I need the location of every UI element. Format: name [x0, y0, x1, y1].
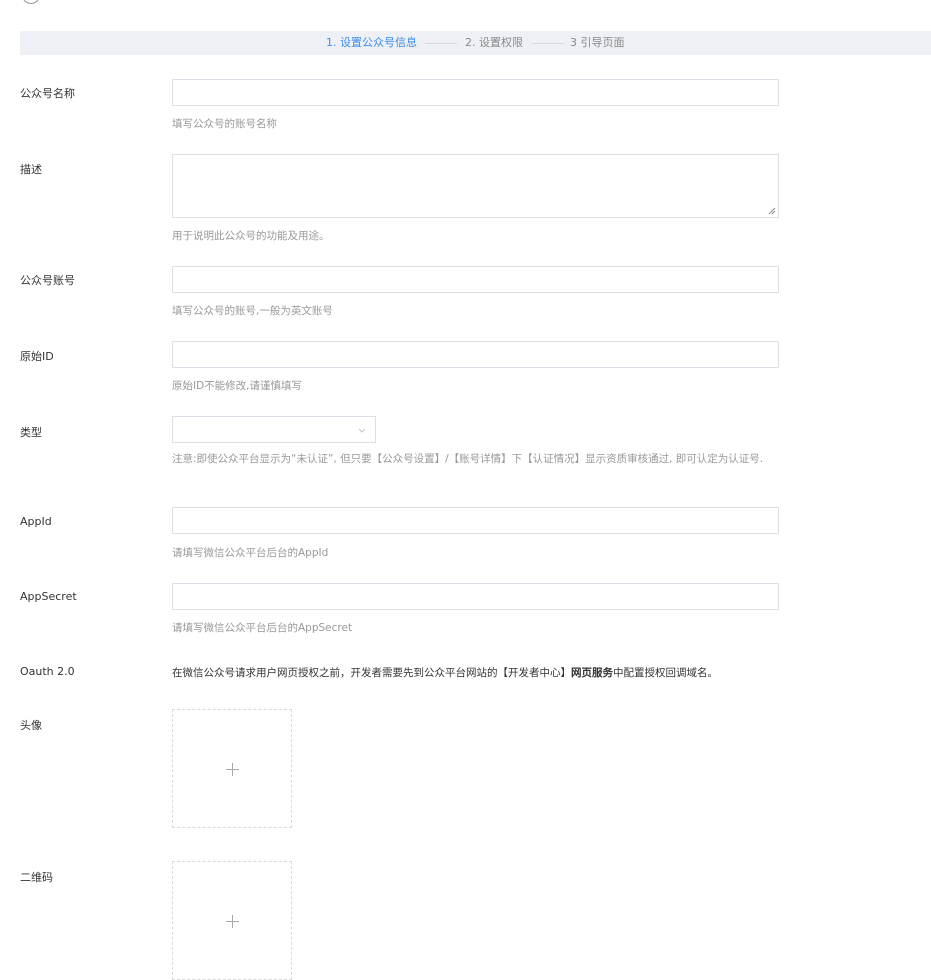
- step-3: 3 引导页面: [570, 36, 625, 49]
- appid-input[interactable]: [172, 507, 779, 534]
- step-connector: [425, 43, 457, 44]
- appid-label: AppId: [20, 515, 52, 528]
- step-2: 2. 设置权限: [465, 36, 523, 49]
- description-textarea[interactable]: [172, 154, 779, 218]
- original-id-label: 原始ID: [20, 350, 54, 363]
- description-label: 描述: [20, 163, 42, 176]
- type-label: 类型: [20, 426, 42, 439]
- original-id-input[interactable]: [172, 341, 779, 368]
- name-help: 填写公众号的账号名称: [172, 118, 277, 130]
- step-progress-bar: 1. 设置公众号信息 2. 设置权限 3 引导页面: [20, 31, 931, 55]
- account-label: 公众号账号: [20, 274, 75, 287]
- appsecret-help: 请填写微信公众平台后台的AppSecret: [172, 622, 353, 634]
- avatar-upload[interactable]: [172, 709, 292, 828]
- resize-grip-icon[interactable]: [768, 207, 776, 215]
- appsecret-input[interactable]: [172, 583, 779, 610]
- appsecret-label: AppSecret: [20, 590, 77, 603]
- type-help: 注意:即使公众平台显示为“未认证”, 但只要【公众号设置】/【账号详情】下【认证…: [172, 453, 764, 465]
- description-help: 用于说明此公众号的功能及用途。: [172, 230, 330, 242]
- plus-icon: [226, 915, 239, 928]
- qrcode-label: 二维码: [20, 871, 53, 884]
- qrcode-upload[interactable]: [172, 861, 292, 980]
- appid-help: 请填写微信公众平台后台的AppId: [172, 547, 329, 559]
- oauth-note: 在微信公众号请求用户网页授权之前，开发者需要先到公众平台网站的【开发者中心】网页…: [172, 667, 718, 679]
- name-input[interactable]: [172, 79, 779, 106]
- account-input[interactable]: [172, 266, 779, 293]
- plus-icon: [226, 763, 239, 776]
- avatar-label: 头像: [20, 719, 42, 732]
- step-1: 1. 设置公众号信息: [326, 36, 417, 49]
- oauth-note-highlight: 网页服务: [571, 667, 613, 679]
- name-label: 公众号名称: [20, 87, 75, 100]
- step-connector: [532, 43, 564, 44]
- original-id-help: 原始ID不能修改,请谨慎填写: [172, 380, 303, 392]
- account-help: 填写公众号的账号,一般为英文账号: [172, 305, 333, 317]
- oauth-label: Oauth 2.0: [20, 665, 75, 678]
- back-circle-icon[interactable]: [22, 0, 40, 4]
- chevron-down-icon: [358, 428, 366, 433]
- type-select[interactable]: [172, 416, 376, 443]
